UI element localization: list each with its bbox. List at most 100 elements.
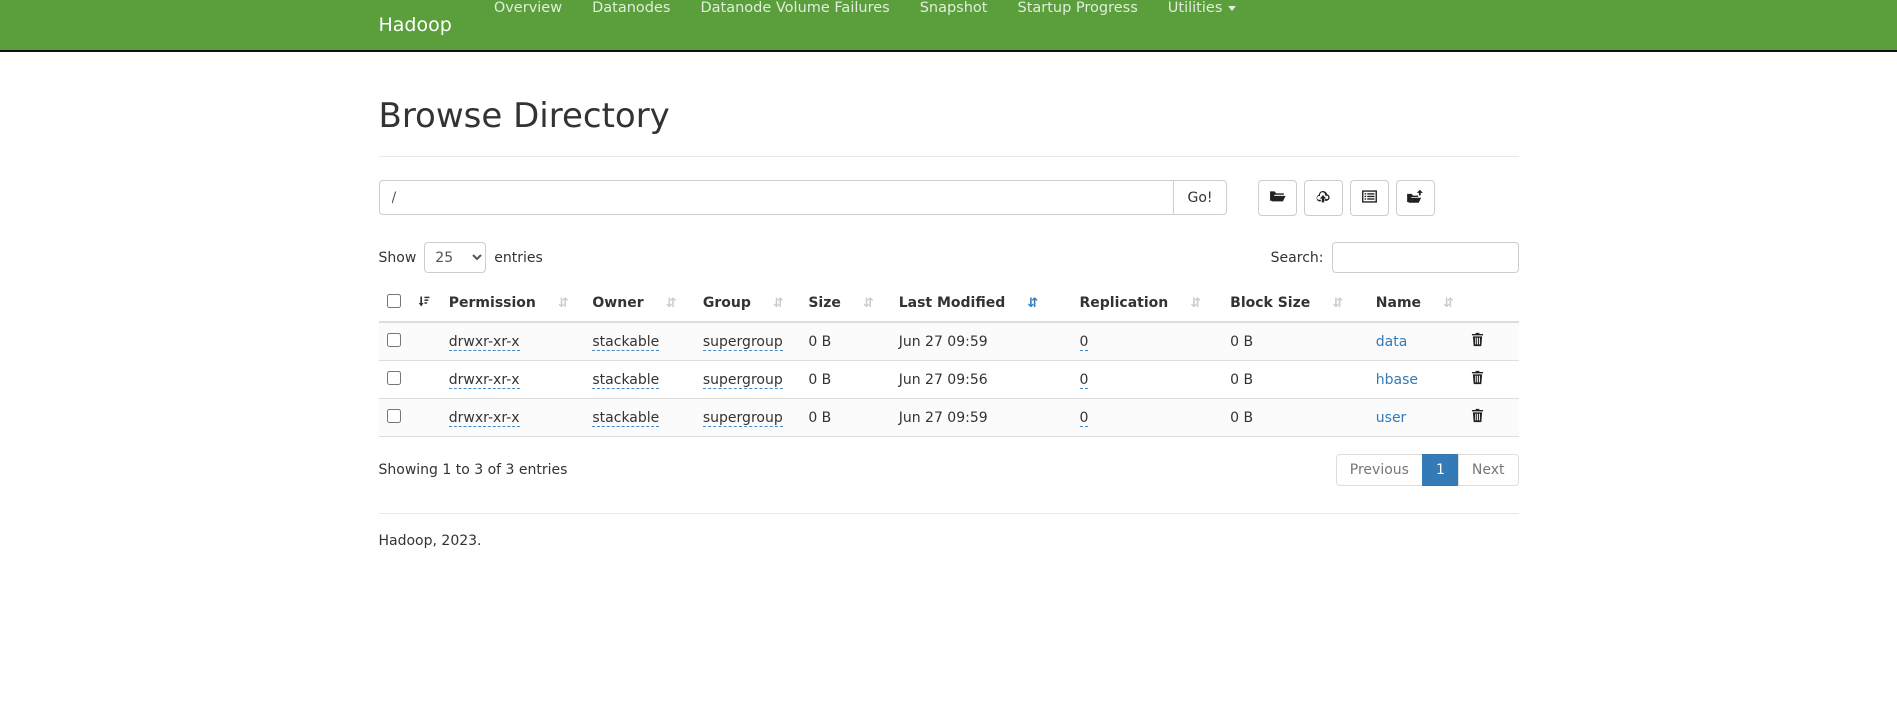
owner-editable[interactable]: stackable [592, 334, 659, 351]
col-header-replication[interactable]: Replication⇵ [1072, 285, 1223, 322]
paste-move-button[interactable] [1396, 180, 1435, 216]
sort-icon[interactable]: ⇵ [863, 296, 874, 311]
sort-icon[interactable]: ⇵ [1190, 296, 1201, 311]
sort-icon[interactable]: ⇵ [1332, 296, 1343, 311]
page-title: Browse Directory [379, 96, 1519, 136]
directory-link-hbase[interactable]: hbase [1376, 372, 1418, 388]
col-header-size[interactable]: Size⇵ [800, 285, 890, 322]
col-header-name[interactable]: Name⇵ [1368, 285, 1463, 322]
path-input-group: Go! [379, 180, 1227, 215]
table-row: drwxr-xr-x stackable supergroup 0 B Jun … [379, 399, 1519, 437]
cloud-upload-icon [1314, 188, 1332, 209]
explorer-bar: Go! [379, 180, 1519, 216]
last-modified-value: Jun 27 09:59 [899, 410, 988, 426]
nav-dropdown-utilities[interactable]: Utilities [1153, 0, 1252, 16]
caret-down-icon [1228, 6, 1236, 11]
permission-editable[interactable]: drwxr-xr-x [449, 372, 520, 389]
search-input[interactable] [1332, 242, 1519, 273]
select-all-checkbox[interactable] [387, 294, 401, 308]
page-length-control: Show 25 entries [379, 242, 543, 273]
nav-item-snapshot[interactable]: Snapshot [905, 0, 1003, 16]
nav-item-startup-progress[interactable]: Startup Progress [1002, 0, 1152, 16]
last-modified-value: Jun 27 09:56 [899, 372, 988, 388]
last-modified-value: Jun 27 09:59 [899, 334, 988, 350]
sort-icon[interactable]: ⇵ [1443, 296, 1454, 311]
col-header-last-modified[interactable]: Last Modified⇵ [891, 285, 1072, 322]
pagination-next[interactable]: Next [1459, 454, 1519, 486]
list-alt-icon [1361, 188, 1378, 208]
page-length-select[interactable]: 25 [424, 242, 486, 273]
go-button[interactable]: Go! [1174, 180, 1226, 215]
upload-files-button[interactable] [1304, 180, 1343, 216]
sort-icon[interactable]: ⇵ [666, 296, 677, 311]
size-value: 0 B [808, 334, 831, 350]
directory-link-user[interactable]: user [1376, 410, 1407, 426]
sort-by-attributes-icon[interactable] [417, 295, 430, 308]
row-checkbox[interactable] [387, 333, 401, 347]
trash-icon [1471, 335, 1484, 350]
row-checkbox[interactable] [387, 371, 401, 385]
col-header-group[interactable]: Group⇵ [695, 285, 800, 322]
utilities-label: Utilities [1168, 0, 1223, 16]
nav-item-overview[interactable]: Overview [479, 0, 577, 16]
replication-editable[interactable]: 0 [1080, 334, 1089, 351]
top-navbar: Hadoop Overview Datanodes Datanode Volum… [0, 0, 1897, 52]
pagination: Previous 1 Next [1337, 454, 1519, 486]
permission-editable[interactable]: drwxr-xr-x [449, 334, 520, 351]
table-controls: Show 25 entries Search: [379, 242, 1519, 273]
entries-info: Showing 1 to 3 of 3 entries [379, 462, 568, 478]
nav-item-datanode-volume-failures[interactable]: Datanode Volume Failures [685, 0, 904, 16]
col-header-permission[interactable]: Permission⇵ [441, 285, 585, 322]
delete-button[interactable] [1471, 408, 1484, 426]
size-value: 0 B [808, 410, 831, 426]
table-row: drwxr-xr-x stackable supergroup 0 B Jun … [379, 361, 1519, 399]
group-editable[interactable]: supergroup [703, 410, 783, 427]
navbar-menu: Overview Datanodes Datanode Volume Failu… [479, 0, 1252, 50]
col-header-block-size[interactable]: Block Size⇵ [1222, 285, 1368, 322]
page-header: Browse Directory [379, 96, 1519, 136]
entries-label: entries [494, 250, 543, 266]
search-label: Search: [1271, 250, 1324, 266]
footer-divider [379, 513, 1519, 514]
block-size-value: 0 B [1230, 410, 1253, 426]
group-editable[interactable]: supergroup [703, 334, 783, 351]
table-header-row: Permission⇵ Owner⇵ Group⇵ Size⇵ Last Mod… [379, 285, 1519, 322]
col-header-owner[interactable]: Owner⇵ [584, 285, 694, 322]
brand-hadoop[interactable]: Hadoop [379, 0, 467, 50]
nav-item-datanodes[interactable]: Datanodes [577, 0, 685, 16]
explorer-actions [1258, 180, 1435, 216]
block-size-value: 0 B [1230, 334, 1253, 350]
replication-editable[interactable]: 0 [1080, 410, 1089, 427]
directory-table: Permission⇵ Owner⇵ Group⇵ Size⇵ Last Mod… [379, 285, 1519, 437]
search-control: Search: [1271, 242, 1519, 273]
table-row: drwxr-xr-x stackable supergroup 0 B Jun … [379, 322, 1519, 361]
row-checkbox[interactable] [387, 409, 401, 423]
heading-divider [379, 156, 1519, 157]
size-value: 0 B [808, 372, 831, 388]
sort-icon[interactable]: ⇵ [558, 296, 569, 311]
block-size-value: 0 B [1230, 372, 1253, 388]
delete-button[interactable] [1471, 332, 1484, 350]
directory-link-data[interactable]: data [1376, 334, 1408, 350]
col-header-delete [1463, 285, 1518, 322]
trash-icon [1471, 373, 1484, 388]
show-label: Show [379, 250, 417, 266]
footer-text: Hadoop, 2023. [379, 533, 1519, 549]
trash-icon [1471, 411, 1484, 426]
pagination-page-1[interactable]: 1 [1423, 454, 1459, 486]
delete-button[interactable] [1471, 370, 1484, 388]
create-directory-button[interactable] [1258, 180, 1297, 216]
summary-button[interactable] [1350, 180, 1389, 216]
folder-move-icon [1406, 188, 1424, 209]
replication-editable[interactable]: 0 [1080, 372, 1089, 389]
sort-icon[interactable]: ⇵ [773, 296, 784, 311]
folder-open-icon [1269, 188, 1286, 208]
owner-editable[interactable]: stackable [592, 372, 659, 389]
group-editable[interactable]: supergroup [703, 372, 783, 389]
owner-editable[interactable]: stackable [592, 410, 659, 427]
pagination-previous[interactable]: Previous [1337, 454, 1423, 486]
table-footer: Showing 1 to 3 of 3 entries Previous 1 N… [379, 454, 1519, 486]
sort-icon-active[interactable]: ⇵ [1027, 296, 1038, 311]
permission-editable[interactable]: drwxr-xr-x [449, 410, 520, 427]
directory-path-input[interactable] [379, 180, 1175, 215]
